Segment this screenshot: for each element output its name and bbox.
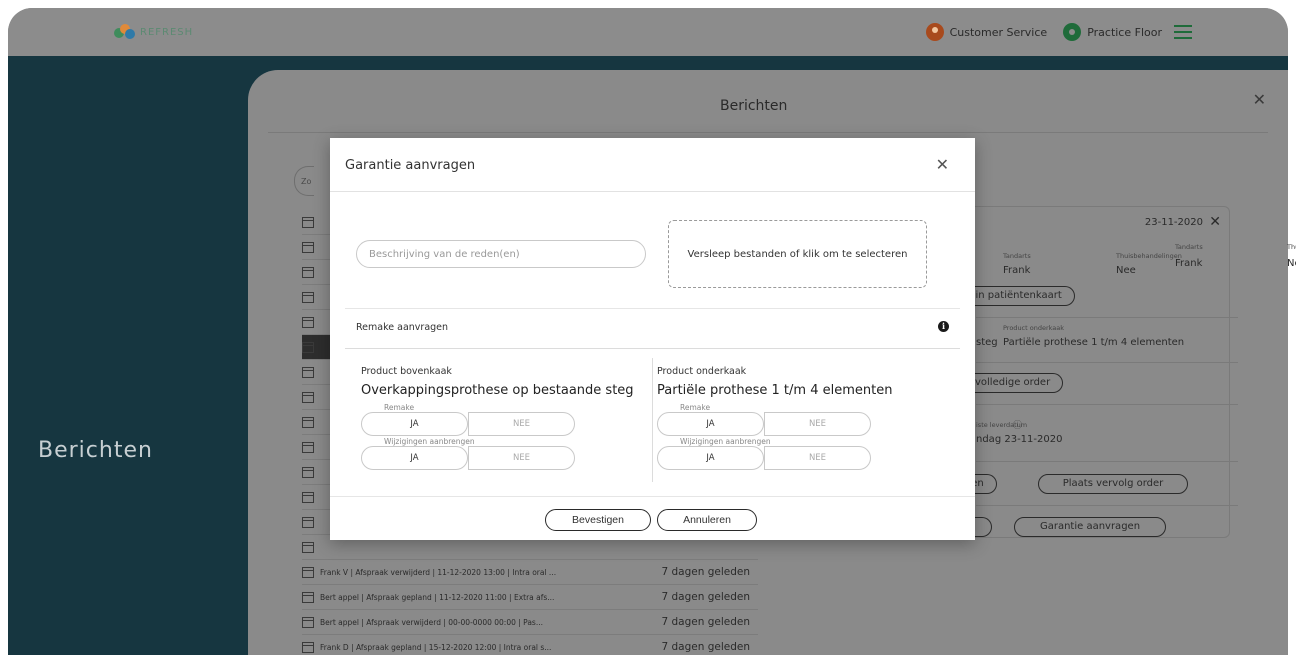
product-upper-label: Product bovenkaak (361, 366, 452, 377)
info-icon[interactable]: i (938, 321, 949, 332)
remake-legend: Remake (677, 403, 714, 412)
home-treatment-label: Thuisbehandelingen (1287, 243, 1296, 251)
calendar-icon (302, 216, 314, 228)
detail-date: 23-11-2020 (1144, 217, 1203, 228)
lower-remake-toggle: Remake JA NEE (657, 403, 871, 436)
upper-remake-toggle: Remake JA NEE (361, 403, 575, 436)
calendar-icon (302, 341, 314, 353)
hamburger-menu-icon[interactable] (1174, 25, 1192, 39)
calendar-icon (302, 566, 314, 578)
list-item[interactable]: Bert appel | Afspraak gepland | 11-12-20… (302, 585, 758, 610)
list-item[interactable]: Bert appel | Afspraak verwijderd | 00-00… (302, 610, 758, 635)
modal-footer: Bevestigen Annuleren (330, 496, 975, 540)
changes-legend: Wijzigingen aanbrengen (381, 437, 478, 446)
close-icon[interactable]: ✕ (936, 155, 949, 174)
calendar-icon (302, 241, 314, 253)
message-text: Bert appel | Afspraak verwijderd | 00-00… (320, 617, 543, 627)
sheet-title: Berichten (720, 98, 788, 114)
upper-changes-toggle: Wijzigingen aanbrengen JA NEE (361, 437, 575, 470)
calendar-icon (302, 541, 314, 553)
list-item[interactable]: Frank V | Afspraak verwijderd | 11-12-20… (302, 560, 758, 585)
changes-no-option[interactable]: NEE (764, 446, 871, 470)
calendar-icon (302, 591, 314, 603)
left-panel-title: Berichten (38, 438, 153, 463)
divider (268, 132, 1268, 133)
upper-jaw-column: Product bovenkaak Overkappingsprothese o… (361, 366, 651, 470)
lower-jaw-column: Product onderkaak Partiële prothese 1 t/… (657, 366, 947, 470)
product-lower-value: Partiële prothese 1 t/m 4 elementen (657, 383, 893, 398)
home-treatment-value: Nee (1287, 258, 1296, 269)
reason-input[interactable] (356, 240, 646, 268)
message-text: Frank D | Afspraak gepland | 15-12-2020 … (320, 642, 552, 652)
top-bar: REFRESH Customer Service Practice Floor (8, 8, 1288, 56)
cancel-button[interactable]: Annuleren (657, 509, 757, 531)
calendar-icon (302, 466, 314, 478)
message-time: 7 dagen geleden (661, 591, 750, 603)
message-text: Frank V | Afspraak verwijderd | 11-12-20… (320, 567, 557, 577)
remake-yes-option[interactable]: JA (361, 412, 468, 436)
logo-icon (114, 24, 136, 40)
remake-section-title: Remake aanvragen (356, 322, 449, 333)
changes-no-option[interactable]: NEE (468, 446, 575, 470)
message-time: 7 dagen geleden (661, 566, 750, 578)
close-icon[interactable]: ✕ (1209, 214, 1221, 230)
dentist-label: Tandarts (1175, 243, 1203, 251)
remake-yes-option[interactable]: JA (657, 412, 764, 436)
dentist-value: Frank (1175, 258, 1203, 269)
remake-no-option[interactable]: NEE (764, 412, 871, 436)
file-dropzone[interactable]: Versleep bestanden of klik om te selecte… (668, 220, 927, 288)
user-label[interactable]: Customer Service (950, 26, 1048, 39)
confirm-button[interactable]: Bevestigen (545, 509, 651, 531)
calendar-icon (302, 641, 314, 653)
changes-yes-option[interactable]: JA (361, 446, 468, 470)
message-detail-panel: 23-11-2020 ✕ Tandarts Frank Thuisbehande… (968, 206, 1296, 538)
calendar-icon (302, 391, 314, 403)
message-time: 7 dagen geleden (661, 641, 750, 653)
logo-text: REFRESH (140, 26, 194, 38)
location-label[interactable]: Practice Floor (1087, 26, 1162, 39)
top-right-controls: Customer Service Practice Floor (925, 23, 1192, 41)
modal-title: Garantie aanvragen (345, 158, 476, 173)
remake-legend: Remake (381, 403, 418, 412)
calendar-icon (302, 416, 314, 428)
calendar-icon (302, 366, 314, 378)
message-time: 7 dagen geleden (661, 616, 750, 628)
modal-header: Garantie aanvragen ✕ (330, 138, 975, 192)
close-icon[interactable]: ✕ (1253, 90, 1266, 109)
calendar-icon (302, 291, 314, 303)
calendar-icon (302, 516, 314, 528)
calendar-icon (302, 316, 314, 328)
product-upper-value: Overkappingsprothese op bestaande steg (361, 383, 634, 398)
column-divider (652, 358, 653, 482)
calendar-icon (302, 441, 314, 453)
logo: REFRESH (114, 24, 193, 40)
divider (345, 348, 960, 349)
list-item[interactable]: Frank D | Afspraak gepland | 15-12-2020 … (302, 635, 758, 655)
warranty-modal: Garantie aanvragen ✕ Versleep bestanden … (330, 138, 975, 540)
message-text: Bert appel | Afspraak gepland | 11-12-20… (320, 592, 555, 602)
changes-yes-option[interactable]: JA (657, 446, 764, 470)
changes-legend: Wijzigingen aanbrengen (677, 437, 774, 446)
divider (345, 308, 960, 309)
remake-no-option[interactable]: NEE (468, 412, 575, 436)
calendar-icon (302, 616, 314, 628)
calendar-icon (302, 491, 314, 503)
search-input[interactable]: Zo (294, 166, 314, 196)
product-lower-label: Product onderkaak (657, 366, 747, 377)
calendar-icon (302, 266, 314, 278)
lower-changes-toggle: Wijzigingen aanbrengen JA NEE (657, 437, 871, 470)
location-pin-icon[interactable] (1063, 23, 1082, 41)
user-icon[interactable] (925, 23, 944, 41)
